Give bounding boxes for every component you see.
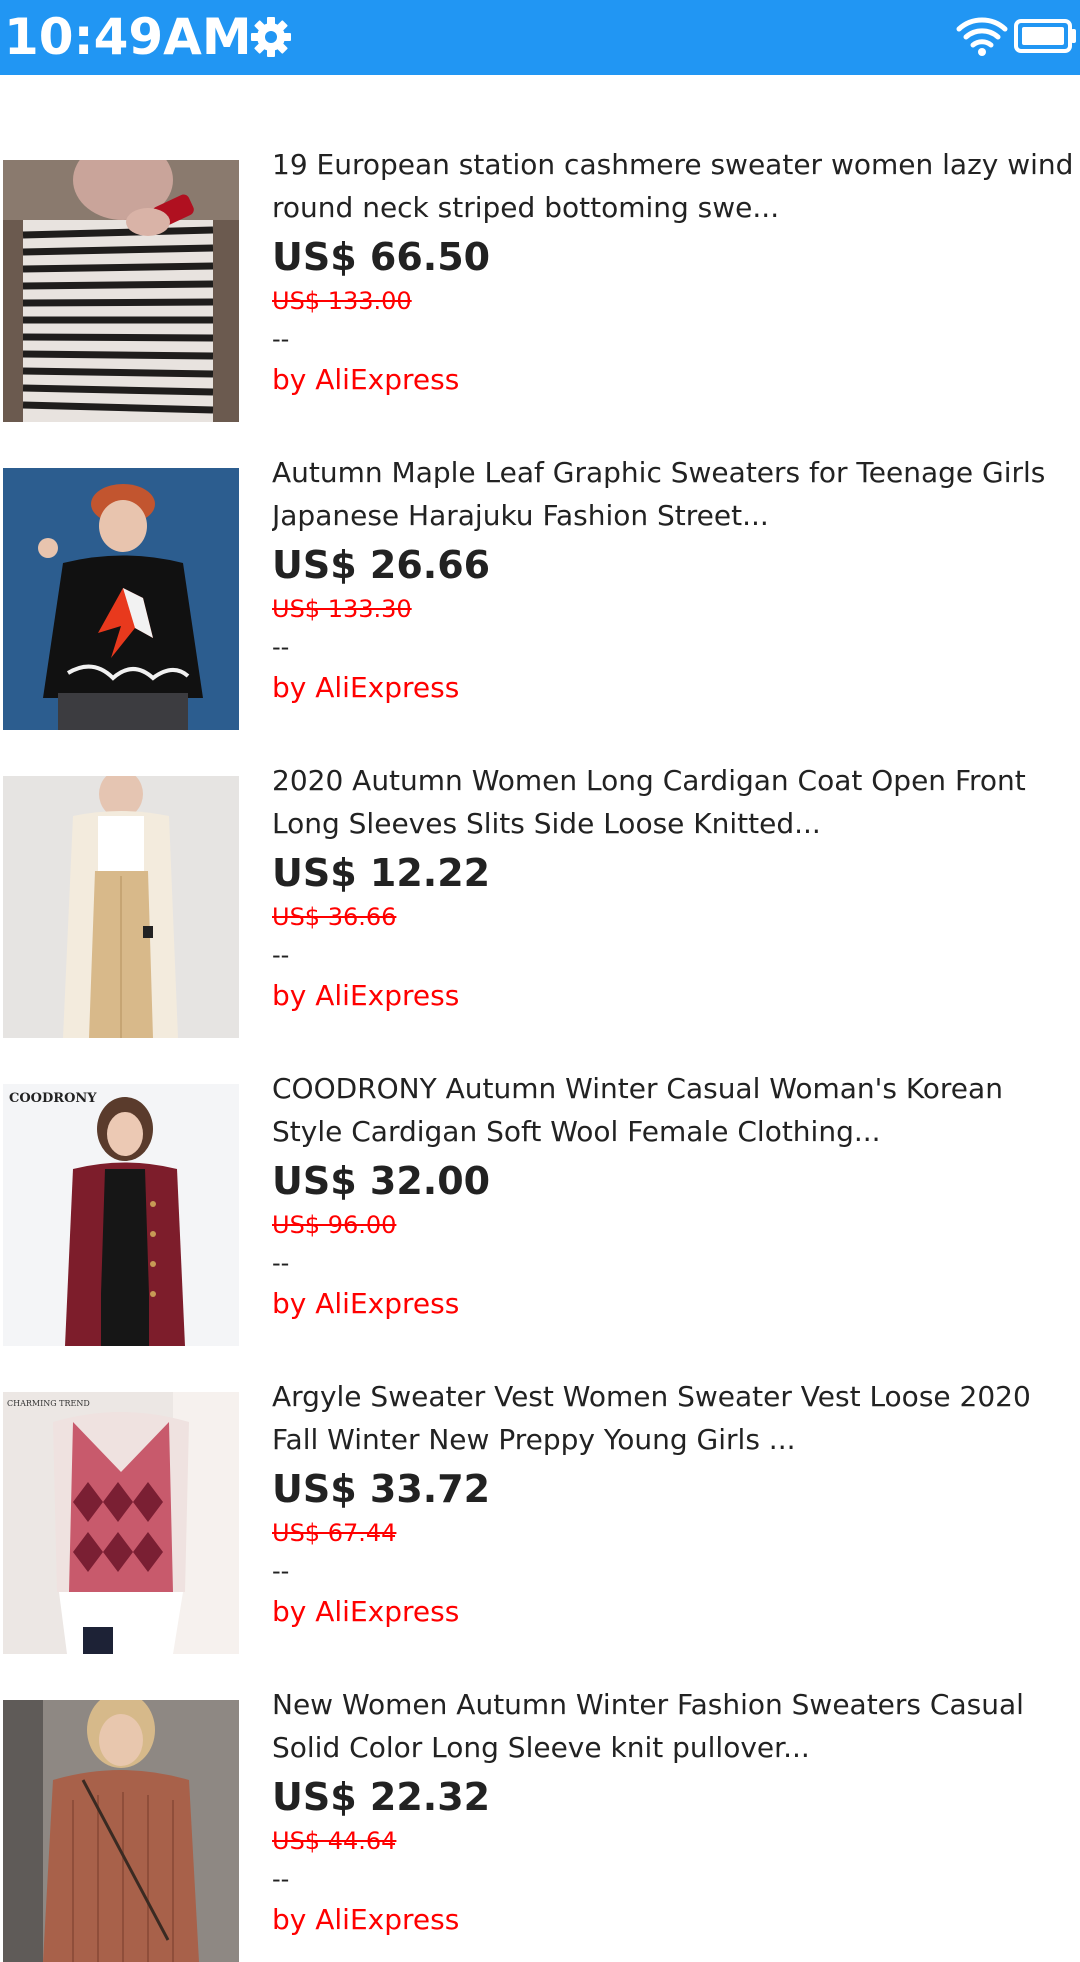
- status-time: 10:49AM: [4, 8, 252, 66]
- rating-text: --: [272, 633, 290, 661]
- brand-logo-text: COODRONY: [9, 1091, 97, 1106]
- product-price: US$ 33.72: [272, 1467, 491, 1511]
- status-bar: 10:49AM: [0, 0, 1080, 75]
- product-title[interactable]: COODRONY Autumn Winter Casual Woman's Ko…: [272, 1067, 1077, 1153]
- list-item[interactable]: 2020 Autumn Women Long Cardigan Coat Ope…: [0, 691, 1080, 1038]
- product-title[interactable]: Autumn Maple Leaf Graphic Sweaters for T…: [272, 451, 1077, 537]
- rating-text: --: [272, 1865, 290, 1893]
- list-item[interactable]: COODRONY COODRONY Autumn Winter Casual W…: [0, 999, 1080, 1346]
- rating-text: --: [272, 941, 290, 969]
- list-item[interactable]: CHARMING TREND Argyle Sweater Vest Women…: [0, 1307, 1080, 1654]
- original-price: US$ 67.44: [272, 1519, 397, 1547]
- list-item[interactable]: Autumn Maple Leaf Graphic Sweaters for T…: [0, 383, 1080, 730]
- product-price: US$ 32.00: [272, 1159, 491, 1203]
- list-item[interactable]: 19 European station cashmere sweater wom…: [0, 75, 1080, 422]
- product-image[interactable]: [3, 1700, 239, 1962]
- original-price: US$ 96.00: [272, 1211, 397, 1239]
- product-price: US$ 22.32: [272, 1775, 491, 1819]
- product-title[interactable]: Argyle Sweater Vest Women Sweater Vest L…: [272, 1375, 1077, 1461]
- product-list: 19 European station cashmere sweater wom…: [0, 75, 1080, 1962]
- wifi-icon: [956, 17, 1008, 56]
- original-price: US$ 133.30: [272, 595, 412, 623]
- rating-text: --: [272, 1249, 290, 1277]
- product-title[interactable]: New Women Autumn Winter Fashion Sweaters…: [272, 1683, 1077, 1769]
- rating-text: --: [272, 1557, 290, 1585]
- brand-logo-text: CHARMING TREND: [7, 1399, 90, 1408]
- list-item[interactable]: New Women Autumn Winter Fashion Sweaters…: [0, 1615, 1080, 1962]
- product-title[interactable]: 2020 Autumn Women Long Cardigan Coat Ope…: [272, 759, 1077, 845]
- product-price: US$ 26.66: [272, 543, 491, 587]
- rating-text: --: [272, 325, 290, 353]
- gear-icon: [251, 17, 291, 57]
- product-price: US$ 66.50: [272, 235, 491, 279]
- original-price: US$ 36.66: [272, 903, 397, 931]
- seller-label: by AliExpress: [272, 1903, 460, 1936]
- product-price: US$ 12.22: [272, 851, 491, 895]
- product-title[interactable]: 19 European station cashmere sweater wom…: [272, 143, 1077, 229]
- battery-icon: [1014, 19, 1076, 53]
- original-price: US$ 133.00: [272, 287, 412, 315]
- original-price: US$ 44.64: [272, 1827, 397, 1855]
